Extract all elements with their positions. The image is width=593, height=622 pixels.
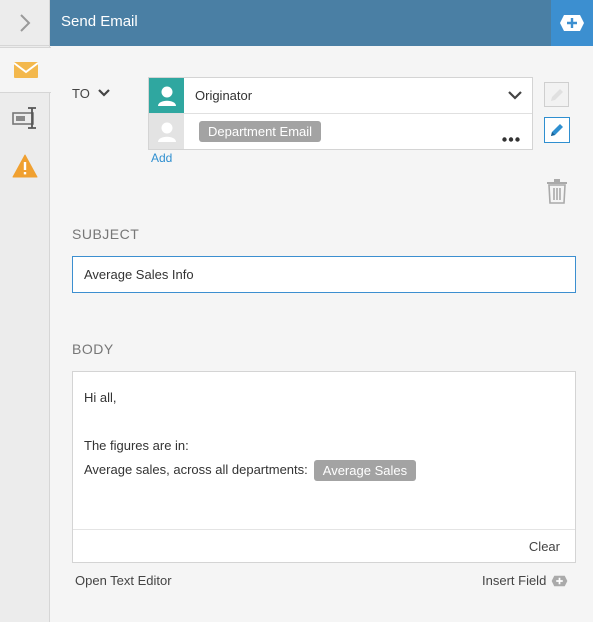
body-blank-line [84, 410, 564, 434]
body-content[interactable]: Hi all, The figures are in: Average sale… [84, 386, 564, 482]
recipient-list: Originator Department Email [148, 77, 533, 150]
body-line: The figures are in: [84, 438, 189, 453]
recipient-dropdown-toggle[interactable] [508, 89, 522, 104]
edit-button-disabled [544, 82, 569, 107]
user-icon [157, 86, 176, 106]
text-cursor-icon [12, 107, 36, 129]
more-dots-icon [502, 137, 520, 142]
avatar [149, 78, 184, 113]
subject-input[interactable] [72, 256, 576, 293]
chevron-right-icon [20, 13, 31, 32]
plus-circle-icon [551, 575, 568, 586]
tab-warning[interactable] [0, 143, 50, 189]
recipient-field-chip[interactable]: Department Email [199, 121, 322, 142]
recipient-row[interactable]: Originator [149, 78, 532, 114]
insert-field-label: Insert Field [482, 573, 547, 588]
tab-text-field[interactable] [0, 95, 50, 141]
recipient-text: Originator [195, 88, 253, 103]
clear-button[interactable]: Clear [529, 539, 560, 554]
body-text: Average sales, across all departments: [84, 462, 308, 477]
add-recipient-link[interactable]: Add [151, 151, 172, 165]
body-greeting: Hi all, [84, 390, 117, 405]
body-field-chip[interactable]: Average Sales [313, 459, 417, 481]
header: Send Email [50, 0, 593, 46]
tab-email[interactable] [0, 47, 51, 93]
add-button[interactable] [551, 0, 593, 46]
to-expand-toggle[interactable] [97, 86, 111, 103]
collapse-button[interactable] [0, 0, 50, 46]
user-icon [157, 122, 176, 142]
envelope-icon [12, 62, 39, 78]
pencil-icon [550, 88, 563, 101]
chevron-down-icon [98, 89, 110, 97]
recipient-row[interactable]: Department Email [149, 114, 532, 150]
body-line-with-field: Average sales, across all departments: A… [84, 458, 564, 482]
page-title: Send Email [61, 13, 138, 30]
insert-field-button[interactable]: Insert Field [482, 573, 568, 588]
body-label: BODY [72, 341, 114, 357]
delete-button[interactable] [546, 178, 568, 207]
to-label: TO [72, 86, 90, 101]
body-footer: Clear [73, 529, 575, 562]
edit-button[interactable] [544, 117, 570, 143]
plus-circle-icon [560, 15, 584, 31]
subject-label: SUBJECT [72, 226, 140, 242]
pencil-icon [551, 124, 563, 136]
sidebar [0, 0, 51, 622]
recipient-more-button[interactable] [502, 130, 520, 145]
warning-icon [12, 154, 38, 178]
trash-icon [547, 179, 567, 204]
open-text-editor-link[interactable]: Open Text Editor [75, 573, 172, 588]
body-editor[interactable]: Hi all, The figures are in: Average sale… [72, 371, 576, 563]
chevron-down-icon [508, 91, 522, 100]
avatar [149, 114, 184, 149]
